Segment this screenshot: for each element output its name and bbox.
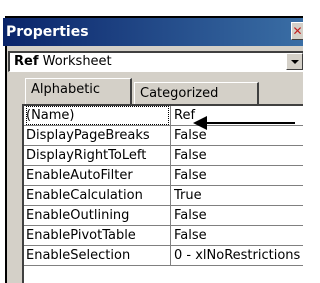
- column-divider: [170, 106, 171, 126]
- property-row[interactable]: EnableCalculation True: [24, 186, 303, 206]
- title-bar[interactable]: Properties ✕: [3, 18, 303, 46]
- tab-alphabetic[interactable]: Alphabetic: [25, 78, 132, 105]
- property-value[interactable]: False: [174, 206, 303, 225]
- object-name: Ref: [14, 54, 39, 69]
- property-row[interactable]: EnableAutoFilter False: [24, 166, 303, 186]
- property-name: EnableSelection: [26, 248, 131, 263]
- property-row[interactable]: EnableSelection 0 - xlNoRestrictions: [24, 246, 303, 266]
- property-name: EnableCalculation: [26, 188, 143, 203]
- tab-categorized[interactable]: Categorized: [134, 82, 259, 106]
- column-divider: [170, 206, 171, 226]
- column-divider: [170, 226, 171, 246]
- object-selector-dropdown[interactable]: Ref Worksheet: [8, 51, 303, 72]
- tab-label: Alphabetic: [31, 82, 101, 97]
- property-grid: (Name) Ref DisplayPageBreaks False Displ…: [22, 104, 303, 283]
- property-value[interactable]: 0 - xlNoRestrictions: [174, 246, 303, 265]
- column-divider: [170, 126, 171, 146]
- properties-window: Properties ✕ Ref Worksheet Alphabetic Ca…: [0, 0, 303, 283]
- close-button[interactable]: ✕: [291, 22, 303, 40]
- arrow-left-icon: [193, 116, 295, 130]
- property-name: EnablePivotTable: [26, 228, 136, 243]
- property-name: EnableAutoFilter: [26, 168, 133, 183]
- property-value[interactable]: True: [174, 186, 303, 205]
- property-name: (Name): [26, 106, 169, 125]
- property-value[interactable]: False: [174, 226, 303, 245]
- property-name: EnableOutlining: [26, 208, 130, 223]
- property-value[interactable]: False: [174, 166, 303, 185]
- property-row[interactable]: EnableOutlining False: [24, 206, 303, 226]
- property-row[interactable]: DisplayRightToLeft False: [24, 146, 303, 166]
- window-title: Properties: [6, 24, 89, 40]
- column-divider: [170, 186, 171, 206]
- chevron-down-icon[interactable]: [286, 53, 303, 70]
- property-value[interactable]: False: [174, 146, 303, 165]
- column-divider: [170, 146, 171, 166]
- property-name: DisplayPageBreaks: [26, 128, 150, 143]
- property-name: DisplayRightToLeft: [26, 148, 147, 163]
- object-type: Worksheet: [42, 54, 112, 69]
- property-row[interactable]: EnablePivotTable False: [24, 226, 303, 246]
- tab-label: Categorized: [140, 86, 219, 101]
- column-divider: [170, 166, 171, 186]
- column-divider: [170, 246, 171, 266]
